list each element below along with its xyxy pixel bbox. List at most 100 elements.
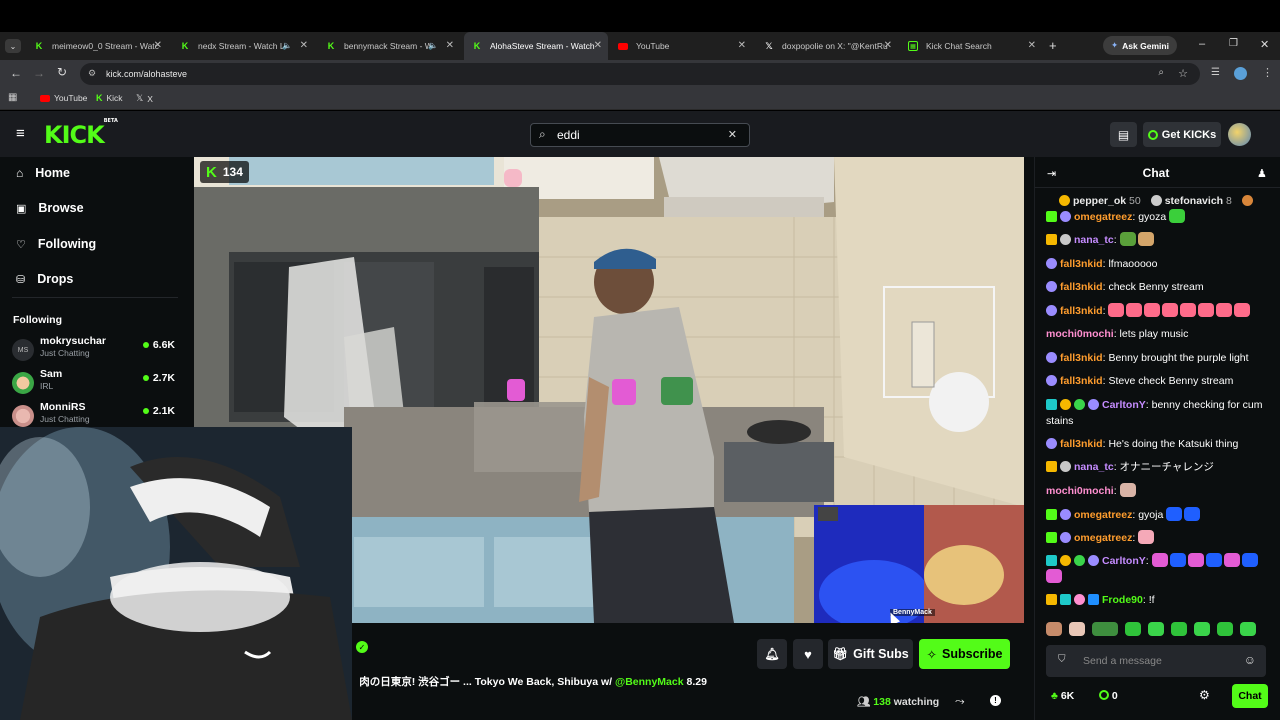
nav-browse[interactable]: ▣ Browse: [16, 201, 84, 215]
emote[interactable]: [1126, 303, 1143, 317]
emote[interactable]: [1241, 553, 1258, 567]
chat-message[interactable]: mochi0mochi: lets play music: [1046, 326, 1274, 342]
chat-username[interactable]: nana_tc: [1074, 461, 1114, 473]
emote[interactable]: [1205, 553, 1222, 567]
emote[interactable]: [1169, 553, 1186, 567]
chat-username[interactable]: fall3nkid: [1060, 281, 1103, 293]
close-icon[interactable]: ✕: [884, 40, 892, 51]
emote[interactable]: [1216, 303, 1233, 317]
close-icon[interactable]: ✕: [1028, 40, 1036, 51]
browser-tab[interactable]: K bennymack Stream - W 🔈 ✕: [318, 32, 460, 60]
close-icon[interactable]: ✕: [154, 40, 162, 51]
emote[interactable]: [1194, 622, 1210, 636]
mention-link[interactable]: @BennyMack: [615, 676, 684, 688]
follow-heart-button[interactable]: ♥: [793, 639, 823, 669]
chat-message[interactable]: fall3nkid: He's doing the Katsuki thing: [1046, 436, 1274, 452]
subscribe-button[interactable]: ✧ Subscribe: [919, 639, 1010, 669]
emote[interactable]: [1148, 622, 1164, 636]
chat-username[interactable]: mochi0mochi: [1046, 328, 1114, 340]
back-arrow-icon[interactable]: ←: [10, 66, 22, 80]
bookmark-x[interactable]: 𝕏 X: [136, 93, 153, 104]
chat-message[interactable]: CarltonY: benny checking for cum stains: [1046, 397, 1274, 429]
pinned-gifter[interactable]: pepper_ok 50: [1059, 195, 1141, 207]
chat-username[interactable]: omegatreez: [1074, 211, 1132, 223]
emote[interactable]: [1125, 622, 1141, 636]
chat-users-icon[interactable]: ♟: [1257, 167, 1267, 180]
emote[interactable]: [1234, 303, 1251, 317]
speaker-icon[interactable]: 🔈: [428, 41, 438, 50]
chat-message[interactable]: omegatreez:: [1046, 530, 1274, 546]
hamburger-menu-icon[interactable]: ≡: [16, 125, 25, 142]
chat-message[interactable]: mochi0mochi:: [1046, 483, 1274, 499]
emote[interactable]: [1046, 569, 1062, 583]
emote[interactable]: [1162, 303, 1179, 317]
gift-subs-button[interactable]: 🎁︎ Gift Subs: [828, 639, 913, 669]
new-tab-plus-icon[interactable]: +: [1049, 38, 1057, 53]
browser-tab[interactable]: K nedx Stream - Watch Li 🔈 ✕: [172, 32, 314, 60]
emote[interactable]: [1092, 622, 1118, 636]
chat-message[interactable]: fall3nkid: Benny brought the purple ligh…: [1046, 350, 1274, 366]
user-avatar[interactable]: [1228, 123, 1251, 146]
emote[interactable]: [1151, 553, 1168, 567]
bookmark-kick[interactable]: K Kick: [96, 93, 123, 103]
chat-username[interactable]: fall3nkid: [1060, 438, 1103, 450]
chat-message[interactable]: fall3nkid: check Benny stream: [1046, 279, 1274, 295]
bookmark-star-icon[interactable]: ☆: [1178, 67, 1188, 80]
nav-home[interactable]: ⌂ Home: [16, 166, 70, 180]
kick-logo[interactable]: KICKBETA: [44, 118, 118, 149]
kicks-balance[interactable]: ♣ 6K: [1051, 690, 1074, 702]
get-kicks-button[interactable]: Get KICKs: [1143, 122, 1221, 147]
channel-points[interactable]: 0: [1099, 690, 1118, 702]
chat-username[interactable]: fall3nkid: [1060, 305, 1103, 317]
chat-message[interactable]: omegatreez: gyoza: [1046, 209, 1274, 225]
emote[interactable]: [1198, 303, 1215, 317]
chat-message[interactable]: omegatreez: gyoja: [1046, 507, 1274, 523]
browser-menu-icon[interactable]: ⋮: [1262, 66, 1273, 79]
chat-username[interactable]: Frode90: [1102, 594, 1143, 606]
chat-message[interactable]: fall3nkid: Steve check Benny stream: [1046, 373, 1274, 389]
speaker-icon[interactable]: 🔈: [282, 41, 292, 50]
chat-username[interactable]: fall3nkid: [1060, 258, 1103, 270]
browser-tab[interactable]: YouTube ✕: [610, 32, 752, 60]
pinned-gifter[interactable]: stefonavich 8: [1150, 195, 1232, 207]
emote[interactable]: [1187, 553, 1204, 567]
browser-tab[interactable]: K meimeow0_0 Stream - Watc ✕: [26, 32, 168, 60]
close-icon[interactable]: ✕: [300, 40, 308, 51]
emoji-picker-icon[interactable]: ☺: [1244, 653, 1256, 667]
emote[interactable]: [1223, 553, 1240, 567]
emote[interactable]: [1137, 232, 1154, 246]
clear-search-icon[interactable]: ✕: [728, 128, 737, 141]
emote[interactable]: [1166, 507, 1183, 521]
search-input[interactable]: ⌕ eddi ✕: [530, 123, 750, 147]
chat-username[interactable]: fall3nkid: [1060, 352, 1103, 364]
bookmark-youtube[interactable]: YouTube: [40, 93, 87, 103]
library-icon[interactable]: ▤: [1110, 122, 1137, 147]
notification-bell-button[interactable]: 🔔︎: [757, 639, 787, 669]
emote[interactable]: [1108, 303, 1125, 317]
chat-username[interactable]: fall3nkid: [1060, 375, 1103, 387]
emote[interactable]: [1119, 483, 1136, 497]
chat-message[interactable]: CarltonY:: [1046, 553, 1274, 585]
emote[interactable]: [1240, 622, 1256, 636]
chat-input[interactable]: ⛉ Send a message ☺: [1046, 645, 1266, 677]
share-icon[interactable]: ⤳: [955, 694, 965, 709]
chat-message[interactable]: nana_tc:: [1046, 232, 1274, 248]
chat-username[interactable]: omegatreez: [1074, 532, 1132, 544]
emote[interactable]: [1138, 530, 1155, 544]
chat-username[interactable]: CarltonY: [1102, 555, 1146, 567]
chat-message[interactable]: nana_tc: オナニーチャレンジ: [1046, 459, 1274, 475]
chat-username[interactable]: CarltonY: [1102, 399, 1146, 411]
emote[interactable]: [1169, 209, 1186, 223]
info-icon[interactable]: !: [990, 695, 1001, 706]
emote[interactable]: [1184, 507, 1201, 521]
browser-tab-active[interactable]: K AlohaSteve Stream - Watch ✕: [464, 32, 608, 60]
browser-tab[interactable]: 𝕏 doxpopolie on X: "@KentRu ✕: [756, 32, 898, 60]
maximize-icon[interactable]: ❐: [1229, 38, 1238, 49]
apps-grid-icon[interactable]: ▦: [8, 92, 17, 103]
profile-avatar-icon[interactable]: [1234, 67, 1247, 80]
chat-send-button[interactable]: Chat: [1232, 684, 1268, 708]
chat-settings-icon[interactable]: ⚙: [1199, 688, 1210, 702]
chat-message[interactable]: Frode90: !f: [1046, 592, 1274, 608]
nav-drops[interactable]: ⛁ Drops: [16, 272, 73, 286]
nav-following[interactable]: ♡ Following: [16, 237, 96, 251]
